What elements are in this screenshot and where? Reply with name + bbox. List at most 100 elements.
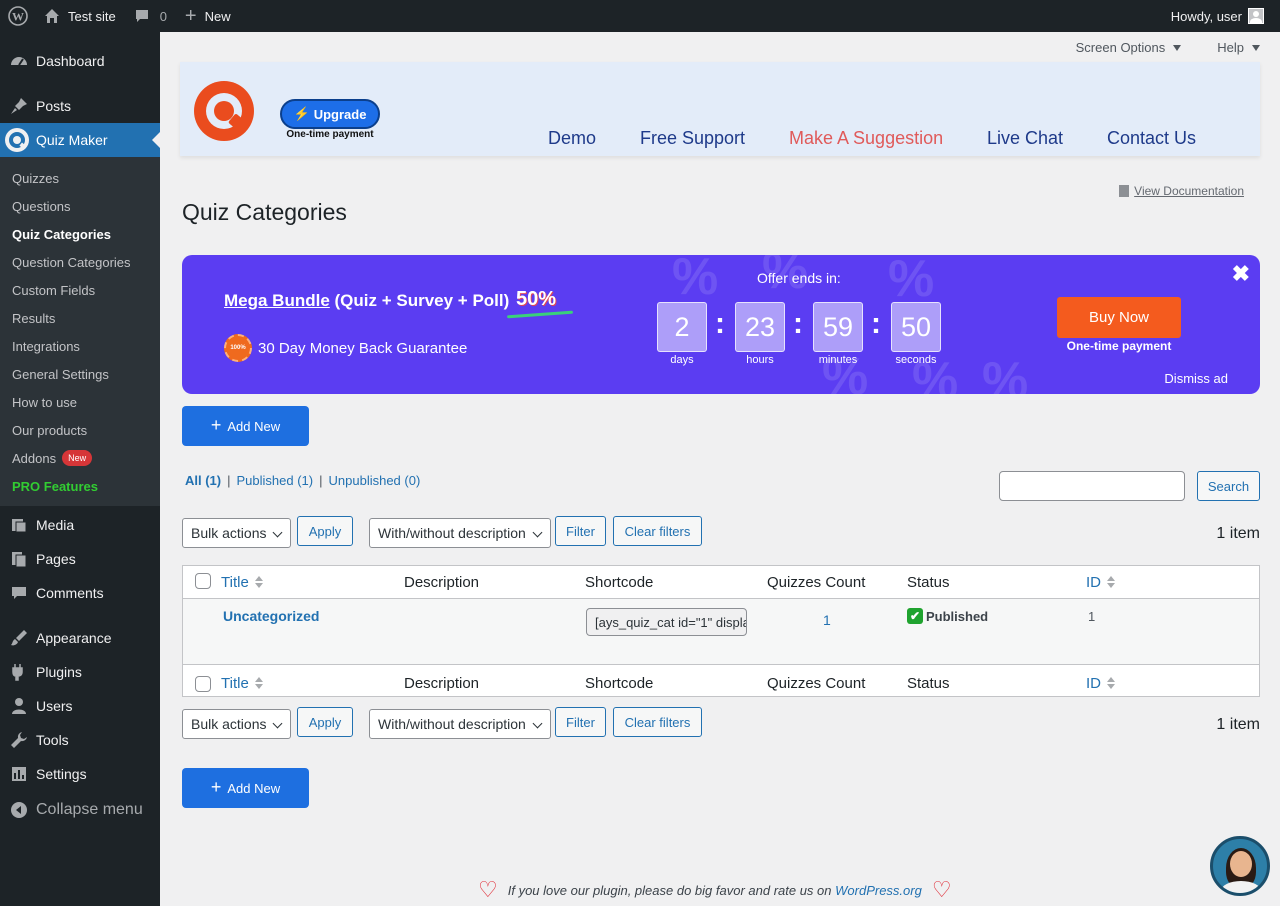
menu-media[interactable]: Media — [0, 508, 160, 542]
wordpress-logo-icon[interactable]: W — [0, 0, 36, 32]
howdy-label: Howdy, user — [1170, 8, 1242, 24]
menu-quiz-maker[interactable]: Quiz Maker — [0, 123, 160, 157]
new-content-link[interactable]: + New — [177, 0, 239, 32]
help-toggle[interactable]: Help — [1217, 32, 1260, 62]
live-chat-link[interactable]: Live Chat — [987, 128, 1063, 149]
bulk-actions-select-bottom[interactable]: Bulk actions — [182, 709, 291, 739]
buy-now-button[interactable]: Buy Now — [1057, 297, 1181, 338]
search-button[interactable]: Search — [1197, 471, 1260, 501]
dismiss-ad-link[interactable]: Dismiss ad — [1164, 371, 1228, 386]
menu-dashboard-label: Dashboard — [36, 53, 105, 69]
menu-settings-label: Settings — [36, 766, 87, 782]
column-id-sort[interactable]: ID — [1086, 574, 1115, 591]
submenu-general-settings[interactable]: General Settings — [0, 360, 160, 388]
menu-comments[interactable]: Comments — [0, 576, 160, 610]
select-all-checkbox[interactable] — [195, 573, 211, 589]
submenu-our-products[interactable]: Our products — [0, 416, 160, 444]
menu-media-label: Media — [36, 517, 75, 533]
collapse-icon — [10, 801, 28, 819]
menu-plugins[interactable]: Plugins — [0, 655, 160, 689]
column-title: Title — [221, 675, 249, 692]
submenu-results[interactable]: Results — [0, 304, 160, 332]
menu-pages[interactable]: Pages — [0, 542, 160, 576]
promo-banner: % % % % % % Mega Bundle (Quiz + Survey +… — [182, 255, 1260, 394]
select-all-checkbox[interactable] — [195, 676, 211, 692]
column-title-sort[interactable]: Title — [221, 675, 263, 692]
support-chat-avatar[interactable] — [1210, 836, 1270, 896]
quiz-maker-icon — [4, 127, 30, 153]
bulk-actions-value: Bulk actions — [191, 716, 267, 732]
menu-tools[interactable]: Tools — [0, 723, 160, 757]
user-account-menu[interactable]: Howdy, user — [1163, 0, 1272, 32]
column-quizzes-count: Quizzes Count — [767, 574, 866, 591]
submenu-quizzes[interactable]: Quizzes — [0, 164, 160, 192]
pin-icon — [10, 97, 28, 115]
screen-options-toggle[interactable]: Screen Options — [1076, 32, 1182, 62]
contact-us-link[interactable]: Contact Us — [1107, 128, 1196, 149]
collapse-menu-button[interactable]: Collapse menu — [0, 793, 160, 827]
countdown-hours-label: hours — [746, 354, 774, 366]
discount-label: 50% — [516, 288, 557, 310]
one-time-payment-note: One-time payment — [286, 129, 374, 140]
view-documentation-link[interactable]: View Documentation — [1119, 184, 1244, 198]
add-new-button[interactable]: + Add New — [182, 406, 309, 446]
description-filter-select[interactable]: With/without description — [369, 518, 551, 548]
category-title-link[interactable]: Uncategorized — [223, 608, 319, 624]
column-title-sort[interactable]: Title — [221, 574, 263, 591]
filter-published-link[interactable]: Published (1) — [237, 473, 314, 488]
quizzes-count-link[interactable]: 1 — [823, 612, 831, 628]
make-suggestion-link[interactable]: Make A Suggestion — [789, 128, 943, 149]
filter-all-link[interactable]: All (1) — [185, 473, 221, 488]
bulk-actions-select[interactable]: Bulk actions — [182, 518, 291, 548]
menu-settings[interactable]: Settings — [0, 757, 160, 791]
column-title: Title — [221, 574, 249, 591]
demo-link[interactable]: Demo — [548, 128, 596, 149]
menu-users[interactable]: Users — [0, 689, 160, 723]
plugin-header: ⚡ Upgrade One-time payment Demo Free Sup… — [180, 62, 1260, 156]
column-id: ID — [1086, 675, 1101, 692]
menu-appearance[interactable]: Appearance — [0, 621, 160, 655]
filter-unpublished-link[interactable]: Unpublished (0) — [329, 473, 421, 488]
submenu-custom-fields[interactable]: Custom Fields — [0, 276, 160, 304]
bundle-title: Mega Bundle (Quiz + Survey + Poll) — [224, 291, 509, 311]
submenu-integrations[interactable]: Integrations — [0, 332, 160, 360]
apply-button[interactable]: Apply — [297, 516, 353, 546]
column-description: Description — [404, 675, 480, 692]
add-new-button-bottom[interactable]: + Add New — [182, 768, 309, 808]
status-label: Published — [926, 608, 989, 624]
column-id-sort[interactable]: ID — [1086, 675, 1115, 692]
plugin-icon — [10, 663, 28, 681]
submenu-how-to-use[interactable]: How to use — [0, 388, 160, 416]
submenu-addons[interactable]: Addons New — [0, 444, 160, 472]
guarantee: 100% 30 Day Money Back Guarantee — [224, 334, 467, 362]
percent-pattern-icon: % — [672, 255, 719, 306]
menu-dashboard[interactable]: Dashboard — [0, 44, 160, 78]
caret-down-icon — [1252, 44, 1260, 55]
shortcode-field[interactable]: [ays_quiz_cat id="1" display="all"] — [586, 608, 747, 636]
menu-posts[interactable]: Posts — [0, 89, 160, 123]
filter-button[interactable]: Filter — [555, 516, 606, 546]
clear-filters-button-bottom[interactable]: Clear filters — [613, 707, 702, 737]
clear-filters-button[interactable]: Clear filters — [613, 516, 702, 546]
comments-link[interactable]: 0 — [126, 0, 175, 32]
search-input[interactable] — [999, 471, 1185, 501]
submenu-question-categories[interactable]: Question Categories — [0, 248, 160, 276]
brush-icon — [10, 629, 28, 647]
upgrade-button[interactable]: ⚡ Upgrade — [280, 99, 380, 129]
money-back-seal-icon: 100% — [224, 334, 252, 362]
quiz-maker-logo-icon — [194, 81, 254, 141]
submenu-pro-features[interactable]: PRO Features — [0, 472, 160, 500]
dashboard-icon — [10, 52, 28, 70]
mega-bundle-link[interactable]: Mega Bundle — [224, 291, 330, 310]
close-icon[interactable]: ✖ — [1232, 261, 1250, 287]
wordpress-org-link[interactable]: WordPress.org — [835, 883, 922, 898]
description-filter-select-bottom[interactable]: With/without description — [369, 709, 551, 739]
submenu-questions[interactable]: Questions — [0, 192, 160, 220]
apply-button-bottom[interactable]: Apply — [297, 707, 353, 737]
filter-button-bottom[interactable]: Filter — [555, 707, 606, 737]
chevron-down-icon — [532, 527, 543, 538]
submenu-quiz-categories[interactable]: Quiz Categories — [0, 220, 160, 248]
free-support-link[interactable]: Free Support — [640, 128, 745, 149]
site-name-link[interactable]: Test site — [36, 0, 124, 32]
discount-underline — [506, 310, 574, 319]
